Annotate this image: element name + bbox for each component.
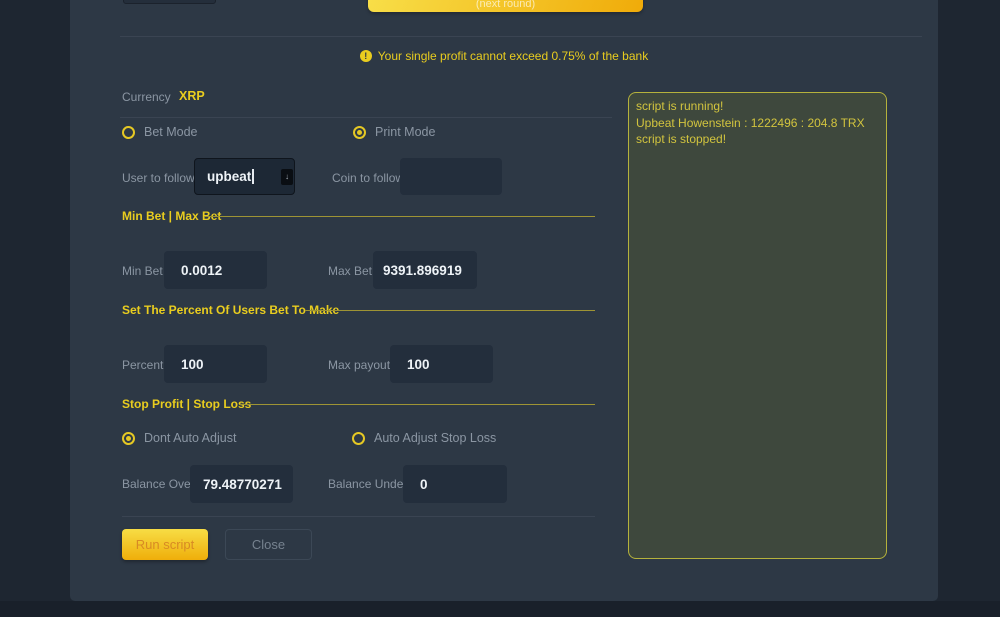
keyboard-icon: ↓ [281, 169, 293, 185]
max-bet-value: 9391.896919 [383, 263, 462, 278]
min-bet-input[interactable]: 0.0012 [164, 251, 267, 289]
max-payout-label: Max payout [328, 358, 390, 372]
log-line: script is running! [636, 98, 879, 115]
section-title-stop: Stop Profit | Stop Loss [122, 397, 251, 411]
balance-over-label: Balance Over [122, 477, 195, 491]
exclamation-circle-icon: ! [360, 50, 372, 62]
user-to-follow-label: User to follow [122, 171, 195, 185]
user-to-follow-value: upbeat [207, 169, 251, 184]
print-mode-label[interactable]: Print Mode [375, 125, 435, 139]
percent-value: 100 [181, 357, 204, 372]
dont-auto-adjust-label[interactable]: Dont Auto Adjust [144, 431, 236, 445]
print-mode-radio[interactable] [353, 126, 366, 139]
script-dialog-screen: (next round) ! Your single profit cannot… [0, 0, 1000, 617]
percent-input[interactable]: 100 [164, 345, 267, 383]
profit-warning-text: Your single profit cannot exceed 0.75% o… [378, 49, 648, 63]
section-line [305, 310, 595, 311]
cropped-top-input[interactable] [123, 0, 216, 4]
currency-label: Currency [122, 90, 171, 104]
coin-to-follow-label: Coin to follow [332, 171, 404, 185]
balance-over-input[interactable]: 79.48770271 [190, 465, 293, 503]
run-script-button[interactable]: Run script [122, 529, 208, 560]
min-bet-value: 0.0012 [181, 263, 222, 278]
divider [120, 117, 612, 118]
percent-label: Percent [122, 358, 163, 372]
log-line: Upbeat Howenstein : 1222496 : 204.8 TRX [636, 115, 879, 132]
bet-mode-radio[interactable] [122, 126, 135, 139]
max-bet-label: Max Bet [328, 264, 372, 278]
profit-warning: ! Your single profit cannot exceed 0.75%… [70, 48, 938, 64]
cropped-top-button[interactable]: (next round) [368, 0, 643, 12]
divider [122, 516, 595, 517]
max-payout-value: 100 [407, 357, 430, 372]
max-payout-input[interactable]: 100 [390, 345, 493, 383]
divider [120, 36, 922, 37]
max-bet-input[interactable]: 9391.896919 [373, 251, 477, 289]
section-line [240, 404, 595, 405]
coin-to-follow-input[interactable] [400, 158, 502, 195]
balance-over-value: 79.48770271 [203, 477, 282, 492]
balance-under-label: Balance Under [328, 477, 407, 491]
section-line [205, 216, 595, 217]
script-log-textarea[interactable]: script is running! Upbeat Howenstein : 1… [628, 92, 887, 559]
currency-value[interactable]: XRP [179, 89, 205, 103]
log-line: script is stopped! [636, 131, 879, 148]
balance-under-input[interactable]: 0 [403, 465, 507, 503]
user-to-follow-input[interactable]: upbeat [194, 158, 295, 195]
balance-under-value: 0 [420, 477, 428, 492]
close-button[interactable]: Close [225, 529, 312, 560]
auto-adjust-stop-loss-label[interactable]: Auto Adjust Stop Loss [374, 431, 496, 445]
auto-adjust-stop-loss-radio[interactable] [352, 432, 365, 445]
bet-mode-label[interactable]: Bet Mode [144, 125, 198, 139]
text-caret [252, 169, 254, 184]
dont-auto-adjust-radio[interactable] [122, 432, 135, 445]
min-bet-label: Min Bet [122, 264, 163, 278]
top-button-sublabel: (next round) [368, 0, 643, 10]
page-background-strip [0, 601, 1000, 617]
